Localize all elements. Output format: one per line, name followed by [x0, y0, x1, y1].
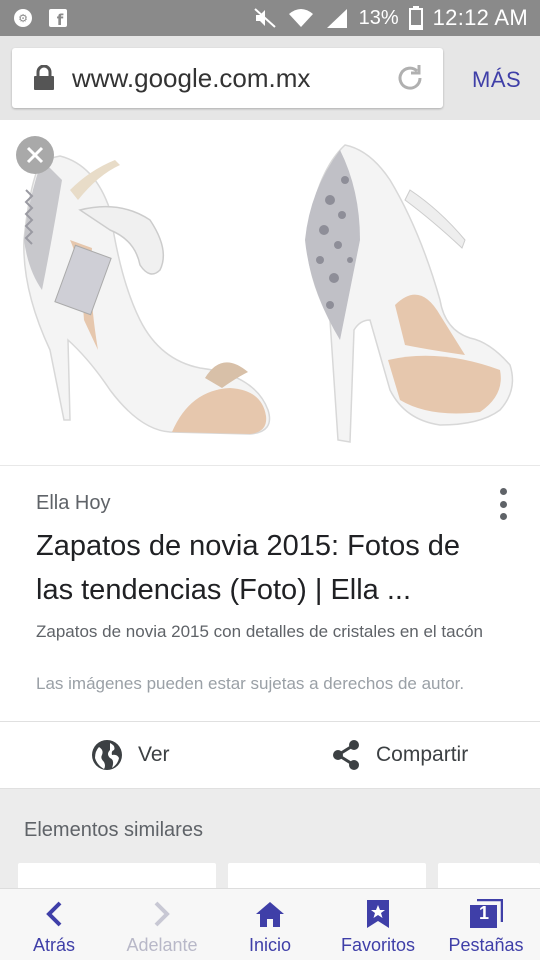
globe-icon [92, 740, 122, 770]
result-title[interactable]: Zapatos de novia 2015: Fotos de las tend… [36, 524, 496, 612]
close-icon [26, 146, 44, 164]
more-button[interactable]: MÁS [472, 67, 521, 93]
battery-percent: 13% [358, 6, 399, 29]
nav-tabs-label: Pestañas [448, 935, 524, 955]
svg-text:⚙: ⚙ [18, 12, 28, 25]
action-row: Ver Compartir [0, 721, 540, 789]
facebook-icon: f [48, 8, 68, 28]
shoes-image [23, 144, 514, 443]
result-description: Zapatos de novia 2015 con detalles de cr… [36, 622, 484, 641]
mute-icon [253, 7, 277, 29]
browser-toolbar: www.google.com.mx MÁS [0, 36, 540, 120]
nav-home-label: Inicio [248, 935, 292, 955]
result-source[interactable]: Ella Hoy [36, 492, 110, 515]
copyright-notice: Las imágenes pueden estar sujetas a dere… [36, 674, 465, 693]
wifi-icon [287, 7, 315, 29]
address-bar[interactable]: www.google.com.mx [12, 48, 443, 108]
bookmark-star-icon [367, 900, 389, 928]
result-image[interactable] [0, 120, 540, 465]
tab-count: 1 [478, 903, 489, 923]
nav-forward[interactable]: Adelante [108, 889, 216, 960]
chevron-right-icon [154, 901, 170, 927]
battery-icon [408, 6, 423, 30]
view-button-label: Ver [138, 743, 170, 766]
nav-tabs[interactable]: 1 Pestañas [432, 889, 540, 960]
status-left: ⚙ f [12, 7, 68, 29]
clock: 12:12 AM [432, 5, 528, 30]
nav-back[interactable]: Atrás [0, 889, 108, 960]
share-icon [333, 740, 359, 770]
nav-forward-label: Adelante [126, 935, 198, 955]
lock-icon [32, 64, 56, 96]
signal-icon [325, 7, 349, 29]
home-icon [256, 902, 284, 927]
similar-items-heading: Elementos similares [24, 819, 203, 841]
view-button[interactable]: Ver [90, 722, 170, 788]
share-button[interactable]: Compartir [330, 722, 468, 788]
share-button-label: Compartir [376, 743, 469, 766]
bottom-navigation: Atrás Adelante Inicio Favoritos 1 Pestañ… [0, 888, 540, 960]
close-image-button[interactable] [16, 136, 54, 174]
url-text: www.google.com.mx [72, 63, 311, 93]
nav-favorites-label: Favoritos [340, 935, 416, 955]
status-bar: ⚙ f 13% 12:12 AM [0, 0, 540, 36]
nav-home[interactable]: Inicio [216, 889, 324, 960]
status-right: 13% 12:12 AM [253, 5, 528, 31]
chevron-left-icon [46, 901, 62, 927]
similar-items-section: Elementos similares [0, 789, 540, 903]
result-info: Ella Hoy Zapatos de novia 2015: Fotos de… [0, 465, 540, 721]
nav-favorites[interactable]: Favoritos [324, 889, 432, 960]
notification-icon: ⚙ [12, 7, 34, 29]
reload-icon[interactable] [392, 60, 428, 101]
more-options-icon[interactable] [492, 486, 514, 522]
svg-text:f: f [57, 11, 64, 28]
nav-back-label: Atrás [32, 935, 75, 955]
